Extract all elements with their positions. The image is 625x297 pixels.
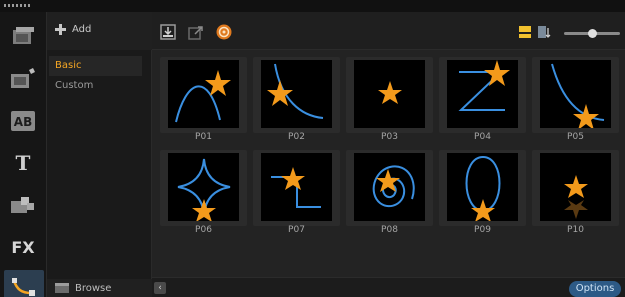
path-preview-p08 xyxy=(372,165,415,208)
thumbnail-frame xyxy=(346,150,433,226)
path-preview-p06 xyxy=(177,158,231,221)
thumbnail-frame xyxy=(253,57,340,133)
sort-icon[interactable] xyxy=(537,25,551,39)
path-preview-p07 xyxy=(271,167,321,208)
thumbnail-frame xyxy=(532,57,619,133)
fx-glyph: FX xyxy=(11,237,35,257)
path-label: P03 xyxy=(381,132,398,142)
path-label: P04 xyxy=(474,132,491,142)
path-label: P05 xyxy=(567,132,584,142)
path-thumbnail[interactable]: P06 xyxy=(160,150,247,237)
path-thumbnail[interactable]: P09 xyxy=(439,150,526,237)
motion-tracking-icon[interactable] xyxy=(216,24,232,40)
path-thumbnail[interactable]: P01 xyxy=(160,57,247,144)
slider-thumb[interactable] xyxy=(587,29,597,38)
star-icon xyxy=(192,199,216,221)
grip-dots xyxy=(4,4,30,7)
thumbnail-frame xyxy=(253,150,340,226)
library-toolbar xyxy=(152,12,625,50)
browse-label: Browse xyxy=(75,282,112,294)
add-button[interactable]: Add xyxy=(55,24,91,35)
path-label: P01 xyxy=(195,132,212,142)
star-icon xyxy=(471,199,495,221)
path-preview-p10 xyxy=(564,175,588,219)
path-thumbnail-grid: P01 P02 P03 P04 P05 P06 P07 P08 P09 P10 xyxy=(152,50,625,277)
instant-project-icon[interactable] xyxy=(8,64,38,94)
collapse-arrow-icon[interactable]: ‹ xyxy=(154,282,166,294)
graphics-icon[interactable] xyxy=(8,190,38,220)
text-tool-icon[interactable]: T xyxy=(8,148,38,178)
add-label: Add xyxy=(72,24,92,35)
path-preview-p02 xyxy=(267,63,324,119)
add-bar: Add xyxy=(47,12,152,50)
path-label: P07 xyxy=(288,225,305,235)
fx-icon[interactable]: FX xyxy=(8,232,38,262)
path-thumbnail[interactable]: P08 xyxy=(346,150,433,237)
thumbnail-preview xyxy=(168,153,239,221)
library-bottombar: ‹ Options xyxy=(152,277,625,297)
path-label: P10 xyxy=(567,225,584,235)
panel-grip[interactable] xyxy=(0,0,625,12)
list-view-icon[interactable] xyxy=(518,25,532,39)
plus-icon xyxy=(55,24,66,35)
browse-button[interactable]: Browse xyxy=(47,279,152,297)
thumbnail-preview xyxy=(447,60,518,128)
star-reflection xyxy=(564,200,588,219)
thumbnail-frame xyxy=(346,57,433,133)
title-ab-text: AB xyxy=(14,115,32,129)
thumbnail-frame xyxy=(160,150,247,226)
path-preview-p01 xyxy=(175,70,231,123)
thumbnail-frame xyxy=(160,57,247,133)
star-icon xyxy=(267,80,293,106)
path-thumbnail[interactable]: P10 xyxy=(532,150,619,237)
media-icon[interactable] xyxy=(8,22,38,52)
category-custom[interactable]: Custom xyxy=(49,76,142,96)
star-icon xyxy=(564,175,588,198)
star-icon xyxy=(281,167,305,190)
library-main: P01 P02 P03 P04 P05 P06 P07 P08 P09 P10 … xyxy=(152,12,625,297)
thumbnail-preview xyxy=(447,153,518,221)
path-label: P02 xyxy=(288,132,305,142)
star-icon xyxy=(378,81,402,104)
thumbnail-preview xyxy=(354,60,425,128)
path-label: P08 xyxy=(381,225,398,235)
path-thumbnail[interactable]: P04 xyxy=(439,57,526,144)
thumbnail-frame xyxy=(439,57,526,133)
path-thumbnail[interactable]: P02 xyxy=(253,57,340,144)
title-ab-icon[interactable]: AB xyxy=(8,106,38,136)
path-icon[interactable] xyxy=(4,270,44,297)
thumbnail-size-slider[interactable] xyxy=(564,29,620,38)
thumbnail-preview xyxy=(168,60,239,128)
path-thumbnail[interactable]: P07 xyxy=(253,150,340,237)
thumbnail-frame xyxy=(439,150,526,226)
category-basic[interactable]: Basic xyxy=(49,56,142,76)
path-preview-p03 xyxy=(378,81,402,104)
category-panel: Add Basic Custom Browse xyxy=(47,12,152,297)
thumbnail-preview xyxy=(540,153,611,221)
path-preview-p04 xyxy=(458,60,510,111)
path-preview-p05 xyxy=(551,63,605,128)
thumbnail-preview xyxy=(261,60,332,128)
options-button[interactable]: Options xyxy=(569,281,621,297)
thumbnail-preview xyxy=(540,60,611,128)
path-preview-p09 xyxy=(465,155,501,221)
thumbnail-preview xyxy=(354,153,425,221)
text-tool-glyph: T xyxy=(15,151,31,175)
import-path-icon[interactable] xyxy=(160,24,176,40)
thumbnail-frame xyxy=(532,150,619,226)
export-path-icon[interactable] xyxy=(188,24,204,40)
path-thumbnail[interactable]: P03 xyxy=(346,57,433,144)
path-label: P06 xyxy=(195,225,212,235)
folder-icon xyxy=(55,283,69,293)
path-thumbnail[interactable]: P05 xyxy=(532,57,619,144)
path-label: P09 xyxy=(474,225,491,235)
library-toolstrip: AB T FX xyxy=(0,12,47,297)
thumbnail-preview xyxy=(261,153,332,221)
